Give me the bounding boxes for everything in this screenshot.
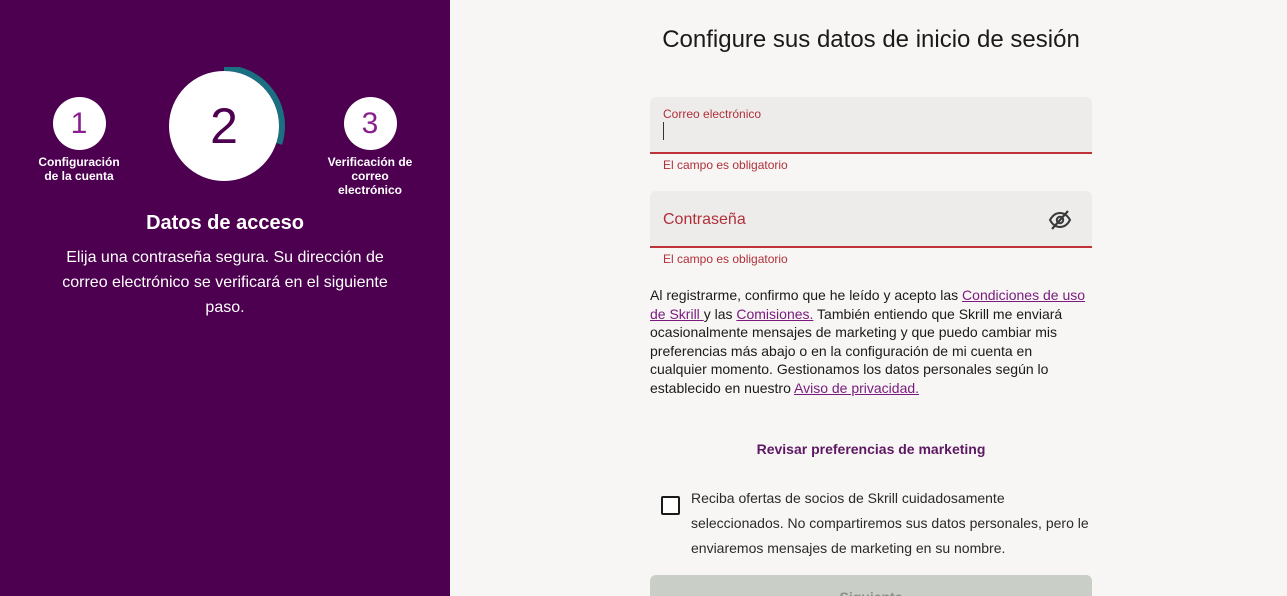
partner-offers-label: Reciba ofertas de socios de Skrill cuida… [691,490,1089,556]
legal-text-part: y las [703,305,737,322]
password-label: Contraseña [663,211,746,228]
marketing-preferences-link[interactable]: Revisar preferencias de marketing [650,441,1092,457]
step-1-circle: 1 [52,97,106,150]
partner-offers-checkbox[interactable] [661,496,680,515]
password-field[interactable]: Contraseña [650,191,1092,248]
password-error: El campo es obligatorio [663,252,788,266]
left-panel: 1 Configuración de la cuenta 2 3 Verific… [0,0,450,596]
step-2-circle: 2 [169,71,279,181]
text-caret [663,122,664,140]
privacy-link[interactable]: Aviso de privacidad. [794,380,919,396]
main-panel: Configure sus datos de inicio de sesión … [450,0,1287,596]
step-3: 3 Verificación de correo electrónico [320,97,420,197]
legal-text: Al registrarme, confirmo que he leído y … [650,286,1092,397]
email-field[interactable]: Correo electrónico [650,97,1092,154]
section-description: Elija una contraseña segura. Su direcció… [62,249,388,316]
email-label: Correo electrónico [663,107,762,121]
step-1-label: Configuración de la cuenta [38,155,120,183]
section-title: Datos de acceso [146,212,304,234]
next-button[interactable]: Siguiente [650,575,1092,596]
step-2: 2 [165,67,289,185]
fees-link[interactable]: Comisiones. [736,306,813,322]
eye-off-icon[interactable] [1048,208,1072,232]
email-error: El campo es obligatorio [663,158,788,172]
page-title: Configure sus datos de inicio de sesión [662,26,1080,53]
legal-text-part: Al registrarme, confirmo que he leído y … [650,287,963,303]
step-3-label: Verificación de correo electrónico [327,155,413,197]
step-1: 1 Configuración de la cuenta [30,97,128,183]
step-3-circle: 3 [343,97,397,150]
